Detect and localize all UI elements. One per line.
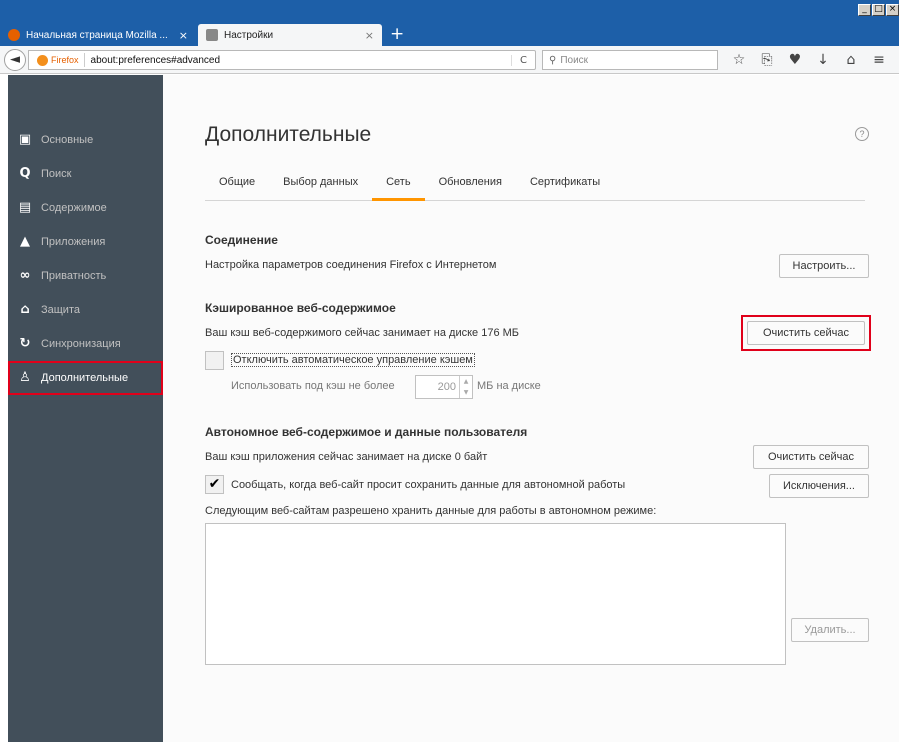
sidebar-item-label: Основные: [41, 134, 94, 146]
cache-override-label-wrap: Отключить автоматическое управление кэше…: [231, 353, 475, 367]
gear-icon: [206, 29, 218, 41]
exceptions-button[interactable]: Исключения...: [769, 474, 869, 498]
tab-certificates[interactable]: Сертификаты: [516, 163, 614, 201]
offline-sites-list[interactable]: [205, 523, 786, 665]
clear-cache-button[interactable]: Очистить сейчас: [747, 321, 865, 345]
menu-icon[interactable]: ≡: [865, 50, 893, 70]
spin-arrows-icon[interactable]: ▲ ▼: [459, 376, 472, 398]
site-identity[interactable]: Firefox: [29, 53, 85, 67]
tab-label: Начальная страница Mozilla ...: [26, 29, 168, 41]
sync-icon: ↻: [19, 336, 31, 351]
reload-button[interactable]: C: [511, 54, 535, 66]
offline-size-text: Ваш кэш приложения сейчас занимает на ди…: [205, 451, 488, 463]
tab-settings[interactable]: Настройки ×: [198, 24, 382, 46]
sidebar-item-privacy[interactable]: ∞ Приватность: [8, 259, 163, 293]
sidebar-item-label: Поиск: [41, 168, 72, 180]
sidebar-item-security[interactable]: ⌂ Защита: [8, 293, 163, 327]
maximize-button[interactable]: □: [872, 4, 885, 16]
back-button[interactable]: ◄: [4, 49, 26, 71]
url-text[interactable]: about:preferences#advanced: [85, 55, 511, 66]
sidebar-item-label: Приложения: [41, 236, 106, 248]
sidebar-item-advanced[interactable]: ♙ Дополнительные: [8, 361, 163, 395]
help-icon[interactable]: ?: [855, 127, 869, 141]
sidebar-item-label: Защита: [41, 304, 80, 316]
general-icon: ▣: [18, 132, 32, 147]
firefox-logo-icon: [37, 54, 48, 66]
remove-site-button[interactable]: Удалить...: [791, 618, 869, 642]
cache-override-checkbox[interactable]: [205, 351, 224, 370]
tab-general[interactable]: Общие: [205, 163, 269, 201]
cache-limit-value: 200: [437, 381, 456, 393]
star-icon[interactable]: ☆: [725, 50, 753, 70]
search-icon: Q: [19, 166, 31, 181]
offline-list-label: Следующим веб-сайтам разрешено хранить д…: [205, 505, 657, 517]
subtabs: Общие Выбор данных Сеть Обновления Серти…: [205, 163, 865, 201]
security-lock-icon: ⌂: [20, 302, 30, 317]
connection-description: Настройка параметров соединения Firefox …: [205, 259, 497, 271]
home-icon[interactable]: ⌂: [837, 50, 865, 70]
tab-data-choices[interactable]: Выбор данных: [269, 163, 372, 201]
window-controls: _ □ ×: [857, 4, 899, 16]
connection-heading: Соединение: [205, 233, 278, 247]
navigation-bar: ◄ Firefox about:preferences#advanced C ⚲…: [0, 46, 899, 74]
cache-limit-label: Использовать под кэш не более: [231, 380, 395, 392]
sidebar-item-label: Синхронизация: [41, 338, 121, 350]
tab-network[interactable]: Сеть: [372, 163, 425, 201]
sidebar-item-search[interactable]: Q Поиск: [8, 157, 163, 191]
connection-settings-button[interactable]: Настроить...: [779, 254, 869, 278]
tab-mozilla-start[interactable]: Начальная страница Mozilla ... ×: [0, 24, 196, 46]
download-icon[interactable]: ↓: [809, 50, 837, 70]
sidebar-item-label: Приватность: [41, 270, 107, 282]
tab-label: Настройки: [224, 29, 274, 41]
clear-offline-button[interactable]: Очистить сейчас: [753, 445, 869, 469]
offline-heading: Автономное веб-содержимое и данные польз…: [205, 425, 528, 439]
toolbar-icons: ☆ ⎘ ♥ ↓ ⌂ ≡: [725, 50, 893, 70]
preferences-sidebar: ▣ Основные Q Поиск ▤ Содержимое ▲ Прилож…: [8, 75, 163, 742]
minimize-button[interactable]: _: [858, 4, 871, 16]
tab-close-icon[interactable]: ×: [365, 29, 374, 42]
tab-updates[interactable]: Обновления: [425, 163, 516, 201]
cache-limit-unit: МБ на диске: [477, 380, 541, 392]
sidebar-item-general[interactable]: ▣ Основные: [8, 123, 163, 157]
search-input[interactable]: ⚲ Поиск: [542, 50, 718, 70]
pocket-icon[interactable]: ♥: [781, 50, 809, 70]
title-bar: _ □ × Начальная страница Mozilla ... × Н…: [0, 0, 899, 46]
firefox-favicon-icon: [8, 29, 20, 41]
sidebar-item-content[interactable]: ▤ Содержимое: [8, 191, 163, 225]
tab-strip: Начальная страница Mozilla ... × Настрой…: [0, 22, 404, 46]
identity-label: Firefox: [51, 55, 79, 65]
applications-icon: ▲: [20, 234, 30, 249]
cache-limit-input[interactable]: 200 ▲ ▼: [415, 375, 473, 399]
offline-notify-label[interactable]: Сообщать, когда веб-сайт просит сохранит…: [231, 479, 625, 491]
advanced-wizard-icon: ♙: [19, 370, 31, 385]
cache-override-label[interactable]: Отключить автоматическое управление кэше…: [231, 353, 475, 367]
bookmarks-list-icon[interactable]: ⎘: [753, 50, 781, 70]
sidebar-item-label: Содержимое: [41, 202, 107, 214]
tab-close-icon[interactable]: ×: [179, 29, 188, 42]
content-icon: ▤: [18, 200, 32, 215]
cache-size-text: Ваш кэш веб-содержимого сейчас занимает …: [205, 327, 520, 339]
close-window-button[interactable]: ×: [886, 4, 899, 16]
new-tab-button[interactable]: +: [390, 24, 404, 46]
cache-heading: Кэшированное веб-содержимое: [205, 301, 396, 315]
page-title: Дополнительные: [205, 123, 372, 146]
search-placeholder: Поиск: [560, 54, 589, 66]
sidebar-item-sync[interactable]: ↻ Синхронизация: [8, 327, 163, 361]
magnifier-icon: ⚲: [549, 54, 557, 66]
url-bar[interactable]: Firefox about:preferences#advanced C: [28, 50, 536, 70]
sidebar-item-applications[interactable]: ▲ Приложения: [8, 225, 163, 259]
offline-notify-checkbox[interactable]: ✔: [205, 475, 224, 494]
privacy-mask-icon: ∞: [19, 268, 31, 283]
preferences-main: Дополнительные ? Общие Выбор данных Сеть…: [163, 75, 899, 742]
sidebar-item-label: Дополнительные: [41, 372, 129, 384]
